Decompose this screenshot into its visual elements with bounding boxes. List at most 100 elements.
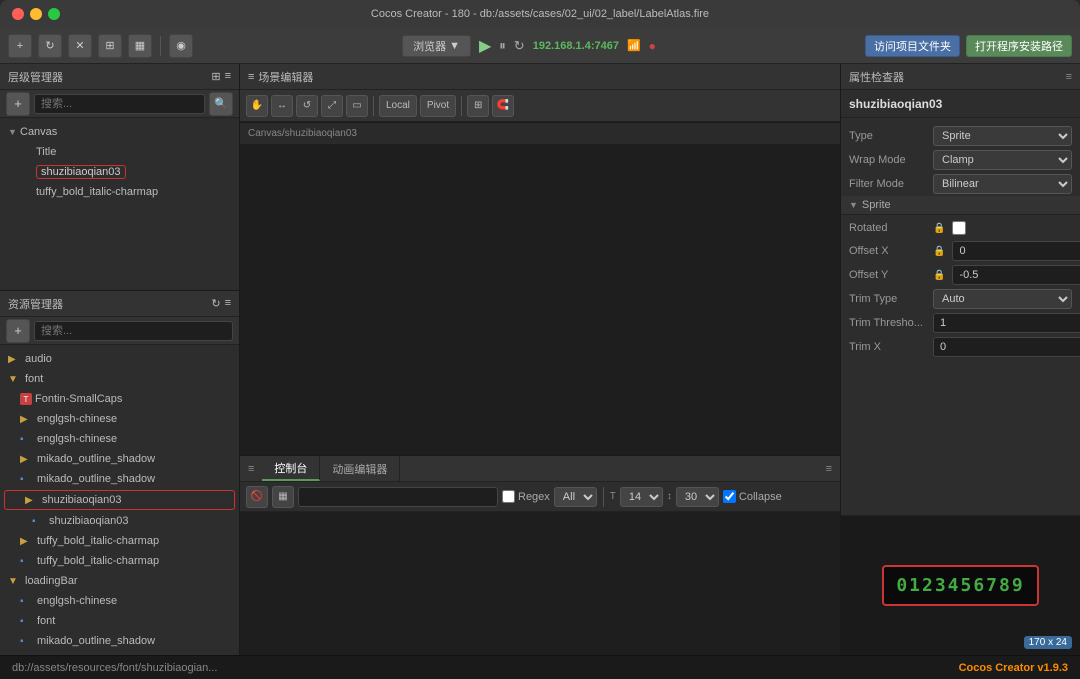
- collapse-text: Collapse: [739, 491, 782, 503]
- assets-header-icons[interactable]: ↻ ≡: [211, 297, 231, 310]
- scene-toolbar: ✋ ↔ ↺ ⤢ ▭ Local Pivot ⊞ 🧲: [240, 90, 840, 122]
- layout-button[interactable]: ▦: [128, 34, 152, 58]
- asset-loading-en[interactable]: ▪ englgsh-chinese: [0, 591, 239, 611]
- hierarchy-header-icons[interactable]: ⊞ ≡: [211, 70, 231, 83]
- window-controls[interactable]: [12, 8, 60, 20]
- all-select[interactable]: All: [554, 487, 597, 507]
- close-button[interactable]: [12, 8, 24, 20]
- open-program-button[interactable]: 打开程序安装路径: [966, 35, 1072, 57]
- tree-item-title[interactable]: Title: [0, 142, 239, 162]
- tool-move[interactable]: ↔: [271, 95, 293, 117]
- audio-folder-icon: ▶: [8, 354, 22, 365]
- offsetx-input[interactable]: [952, 241, 1080, 261]
- title-bar: Cocos Creator - 180 - db:/assets/cases/0…: [0, 0, 1080, 28]
- tree-item-canvas[interactable]: ▼ Canvas: [0, 122, 239, 142]
- hierarchy-search-icon[interactable]: 🔍: [209, 92, 233, 116]
- grid-icon[interactable]: ⊞: [467, 95, 489, 117]
- rotated-checkbox[interactable]: [952, 221, 966, 235]
- asset-audio[interactable]: ▶ audio: [0, 349, 239, 369]
- asset-english-chinese-folder[interactable]: ▶ englgsh-chinese: [0, 409, 239, 429]
- offsety-label: Offset Y: [849, 269, 929, 281]
- status-bar: db://assets/resources/font/shuzibiaogian…: [0, 655, 1080, 679]
- add-button[interactable]: +: [8, 34, 32, 58]
- hierarchy-icon-2[interactable]: ≡: [225, 70, 231, 83]
- asset-loading-font[interactable]: ▪ font: [0, 611, 239, 631]
- step-button[interactable]: ↻: [514, 38, 525, 54]
- sprite-arrow: ▼: [849, 200, 858, 210]
- collapse-checkbox[interactable]: [723, 490, 736, 503]
- asset-mikado-img[interactable]: ▪ mikado_outline_shadow: [0, 469, 239, 489]
- asset-tuffy-img[interactable]: ▪ tuffy_bold_italic-charmap: [0, 551, 239, 571]
- grid-button[interactable]: ⊞: [98, 34, 122, 58]
- tree-item-shuzi03[interactable]: shuzibiaoqian03: [0, 162, 239, 182]
- hierarchy-panel: 层级管理器 ⊞ ≡ + 🔍 ▼ Canvas: [0, 64, 239, 291]
- asset-loading-folder[interactable]: ▼ loadingBar: [0, 571, 239, 591]
- tool-local[interactable]: Local: [379, 95, 417, 117]
- asset-mikado-folder[interactable]: ▶ mikado_outline_shadow: [0, 449, 239, 469]
- offsety-input[interactable]: [952, 265, 1080, 285]
- asset-shuzi-folder[interactable]: ▶ shuzibiaoqian03: [4, 490, 235, 510]
- trimtype-select[interactable]: Auto: [933, 289, 1072, 309]
- tool-rect[interactable]: ▭: [346, 95, 368, 117]
- assets-icon-2[interactable]: ≡: [225, 297, 231, 310]
- tool-rotate[interactable]: ↺: [296, 95, 318, 117]
- loading-en-icon: ▪: [20, 596, 34, 607]
- visit-project-button[interactable]: 访问项目文件夹: [865, 35, 960, 57]
- console-clear-btn[interactable]: 🚫: [246, 486, 268, 508]
- assets-add-button[interactable]: +: [6, 319, 30, 343]
- trimx-input[interactable]: [933, 337, 1080, 357]
- inspector-wrapmode-row: Wrap Mode Clamp: [841, 148, 1080, 172]
- rotated-lock-icon[interactable]: 🔒: [933, 223, 945, 234]
- wrapmode-select[interactable]: Clamp: [933, 150, 1072, 170]
- refresh-button[interactable]: ↻: [38, 34, 62, 58]
- shuzi-img-label: shuzibiaoqian03: [49, 515, 129, 527]
- asset-tuffy-folder[interactable]: ▶ tuffy_bold_italic-charmap: [0, 531, 239, 551]
- asset-fontin[interactable]: T Fontin-SmallCaps: [0, 389, 239, 409]
- asset-shuzi-img[interactable]: ▪ shuzibiaoqian03: [0, 511, 239, 531]
- maximize-button[interactable]: [48, 8, 60, 20]
- audio-label: audio: [25, 353, 52, 365]
- console-search-input[interactable]: [298, 487, 498, 507]
- regex-checkbox[interactable]: [502, 490, 515, 503]
- font-size-select[interactable]: 14: [620, 487, 663, 507]
- sprite-section-header[interactable]: ▼ Sprite: [841, 196, 1080, 215]
- inspector-menu-icon[interactable]: ≡: [1066, 71, 1072, 83]
- line-height-select[interactable]: 30: [676, 487, 719, 507]
- tool-hand[interactable]: ✋: [246, 95, 268, 117]
- offsetx-lock-icon[interactable]: 🔒: [933, 246, 945, 257]
- offsety-lock-icon[interactable]: 🔒: [933, 270, 945, 281]
- console-header: ≡ 控制台 动画编辑器 ≡: [240, 456, 840, 482]
- assets-search-input[interactable]: [34, 321, 233, 341]
- minimize-button[interactable]: [30, 8, 42, 20]
- assets-content: ▶ audio ▼ font T Fontin-SmallCaps ▶ engl…: [0, 345, 239, 655]
- close-scene-button[interactable]: ✕: [68, 34, 92, 58]
- scene-button[interactable]: ◉: [169, 34, 193, 58]
- asset-english-chinese-img[interactable]: ▪ englgsh-chinese: [0, 429, 239, 449]
- snap-icon[interactable]: 🧲: [492, 95, 514, 117]
- browser-button[interactable]: 浏览器 ▼: [402, 35, 471, 57]
- pause-button[interactable]: ⏸: [499, 38, 506, 54]
- play-button[interactable]: ▶: [479, 36, 491, 56]
- hierarchy-icon-1[interactable]: ⊞: [211, 70, 220, 83]
- hierarchy-add-button[interactable]: +: [6, 92, 30, 116]
- trimthresh-input[interactable]: [933, 313, 1080, 333]
- tab-console[interactable]: 控制台: [262, 456, 320, 481]
- asset-font-folder[interactable]: ▼ font: [0, 369, 239, 389]
- tab-animation[interactable]: 动画编辑器: [320, 456, 400, 481]
- type-select[interactable]: Sprite: [933, 126, 1072, 146]
- hierarchy-search-input[interactable]: [34, 94, 205, 114]
- filtermode-select[interactable]: Bilinear: [933, 174, 1072, 194]
- english-folder-label: englgsh-chinese: [37, 413, 117, 425]
- assets-icon-1[interactable]: ↻: [211, 297, 220, 310]
- tool-pivot[interactable]: Pivot: [420, 95, 456, 117]
- inspector-content: Type Sprite Wrap Mode Clamp Filter Mod: [841, 118, 1080, 515]
- breadcrumb-bar: Canvas/shuzibiaoqian03: [240, 122, 840, 144]
- trimthresh-label: Trim Thresho...: [849, 317, 929, 329]
- inspector-title: 属性检查器: [849, 69, 904, 85]
- tree-item-tuffy[interactable]: tuffy_bold_italic-charmap: [0, 182, 239, 202]
- console-filter-btn[interactable]: ▦: [272, 486, 294, 508]
- tool-scale[interactable]: ⤢: [321, 95, 343, 117]
- inspector-type-row: Type Sprite: [841, 124, 1080, 148]
- asset-loading-mikado[interactable]: ▪ mikado_outline_shadow: [0, 631, 239, 651]
- browser-dropdown-icon: ▼: [449, 40, 460, 52]
